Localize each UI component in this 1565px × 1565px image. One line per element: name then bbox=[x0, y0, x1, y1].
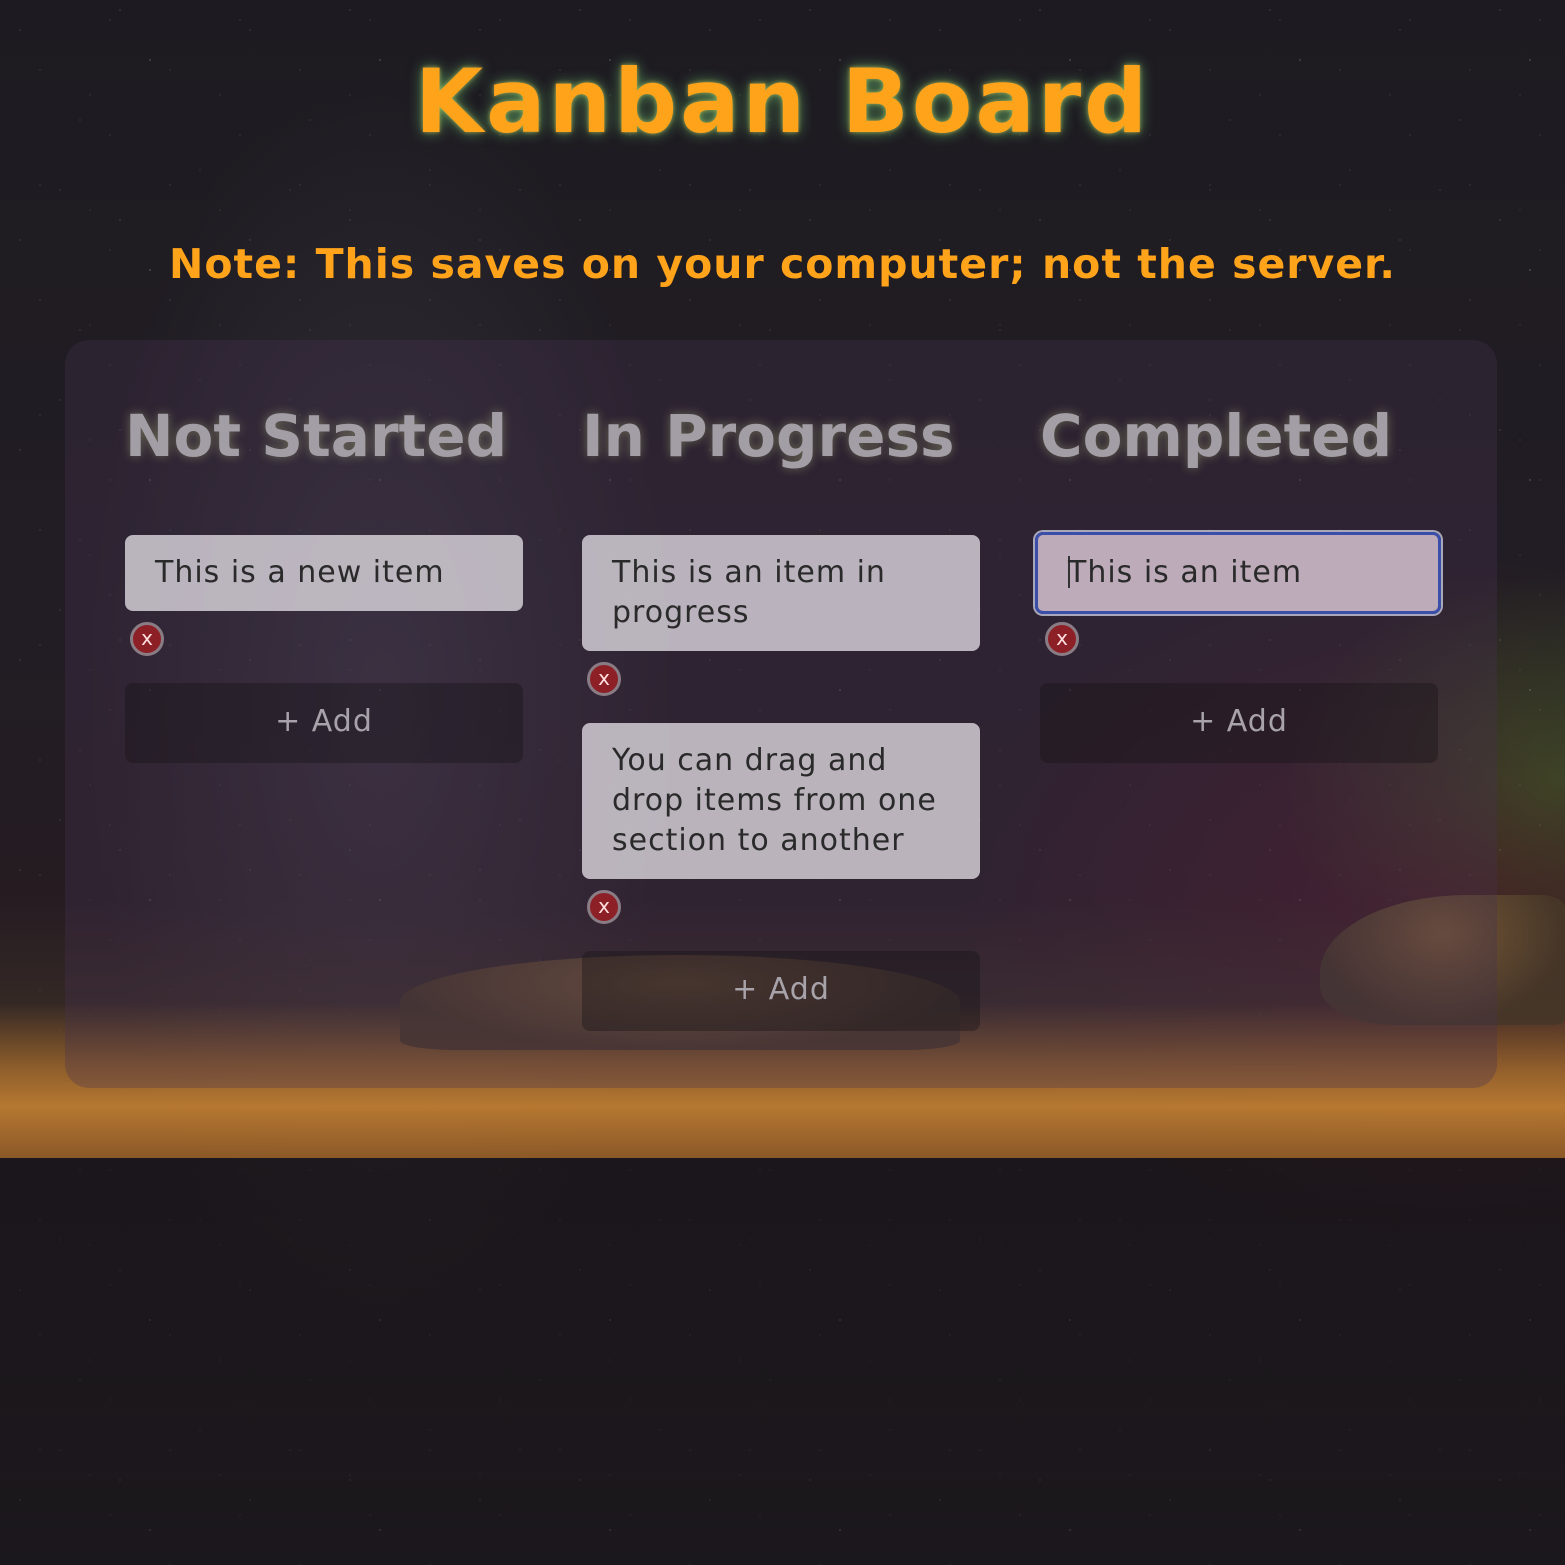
add-item-button[interactable]: + Add bbox=[1040, 683, 1438, 763]
item-text[interactable]: This is a new item bbox=[125, 535, 523, 611]
add-item-button[interactable]: + Add bbox=[125, 683, 523, 763]
list-item[interactable]: You can drag and drop items from one sec… bbox=[582, 723, 980, 879]
background-lower-sky bbox=[0, 1158, 1565, 1565]
item-text[interactable]: This is an item in progress bbox=[582, 535, 980, 651]
list-item[interactable]: This is an item bbox=[1035, 532, 1441, 614]
page-title: Kanban Board bbox=[414, 50, 1151, 153]
column-title: In Progress bbox=[582, 402, 955, 470]
list-item[interactable]: This is a new item bbox=[125, 535, 523, 611]
add-item-button[interactable]: + Add bbox=[582, 951, 980, 1031]
close-icon[interactable]: x bbox=[587, 662, 621, 696]
column-title: Not Started bbox=[125, 402, 508, 470]
item-text: This is an item bbox=[1068, 555, 1303, 590]
column-title: Completed bbox=[1040, 402, 1393, 470]
close-icon[interactable]: x bbox=[587, 890, 621, 924]
kanban-board: Not Started This is a new item x + Add I… bbox=[65, 340, 1497, 1088]
storage-note: Note: This saves on your computer; not t… bbox=[169, 240, 1396, 288]
item-text[interactable]: You can drag and drop items from one sec… bbox=[582, 723, 980, 879]
close-icon[interactable]: x bbox=[1045, 622, 1079, 656]
close-icon[interactable]: x bbox=[130, 622, 164, 656]
item-text-input[interactable]: This is an item bbox=[1035, 532, 1441, 614]
list-item[interactable]: This is an item in progress bbox=[582, 535, 980, 651]
